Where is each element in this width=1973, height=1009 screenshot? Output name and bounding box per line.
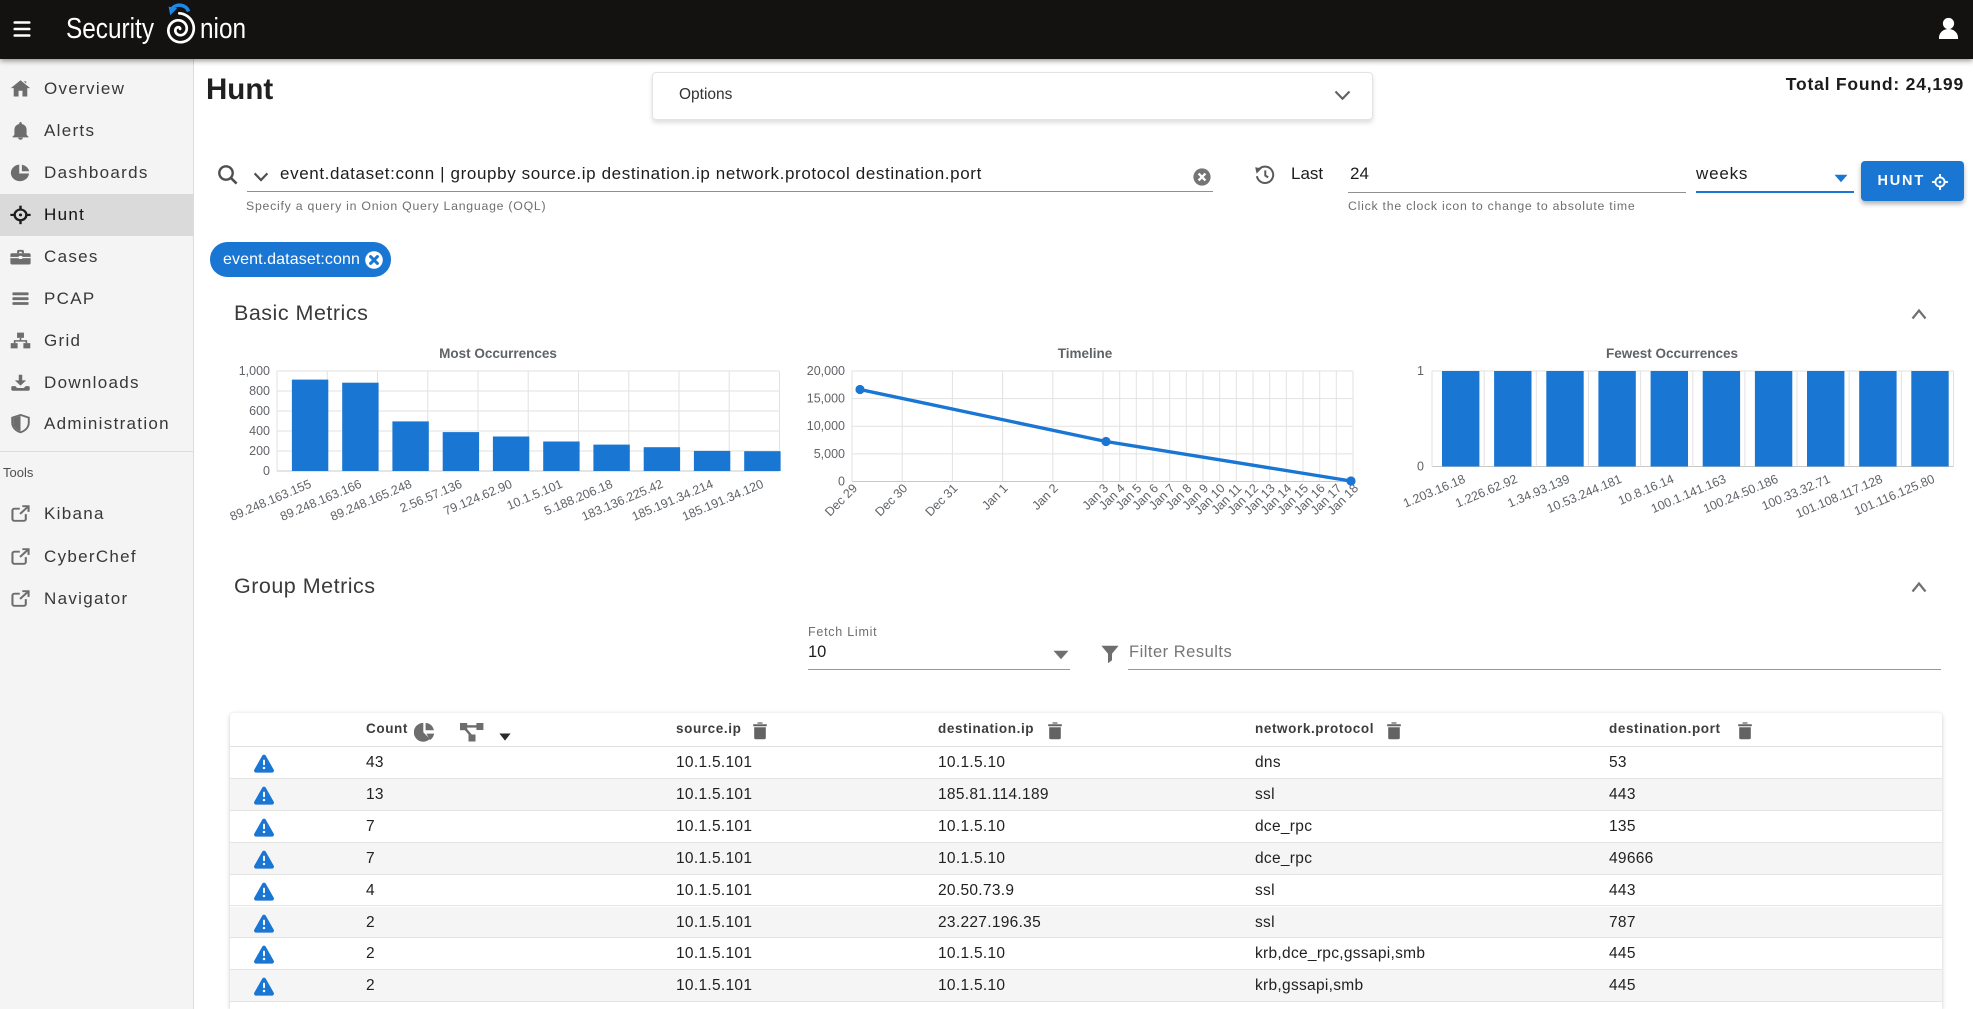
svg-text:0: 0 xyxy=(263,464,270,478)
svg-text:1,000: 1,000 xyxy=(239,364,270,378)
svg-text:20,000: 20,000 xyxy=(807,364,845,378)
svg-text:Jan 2: Jan 2 xyxy=(1029,481,1061,513)
svg-text:15,000: 15,000 xyxy=(807,392,845,406)
svg-text:Dec 30: Dec 30 xyxy=(872,481,910,519)
svg-text:200: 200 xyxy=(249,444,270,458)
svg-text:Most Occurrences: Most Occurrences xyxy=(439,346,557,361)
svg-text:Fewest Occurrences: Fewest Occurrences xyxy=(1606,346,1738,361)
svg-text:600: 600 xyxy=(249,404,270,418)
svg-text:800: 800 xyxy=(249,384,270,398)
svg-text:400: 400 xyxy=(249,424,270,438)
svg-text:Jan 1: Jan 1 xyxy=(979,481,1011,513)
svg-text:Timeline: Timeline xyxy=(1058,346,1113,361)
svg-text:1: 1 xyxy=(1417,364,1424,378)
svg-text:5,000: 5,000 xyxy=(814,447,845,461)
svg-text:10,000: 10,000 xyxy=(807,419,845,433)
svg-text:0: 0 xyxy=(1417,460,1424,474)
svg-text:Dec 31: Dec 31 xyxy=(923,481,961,519)
